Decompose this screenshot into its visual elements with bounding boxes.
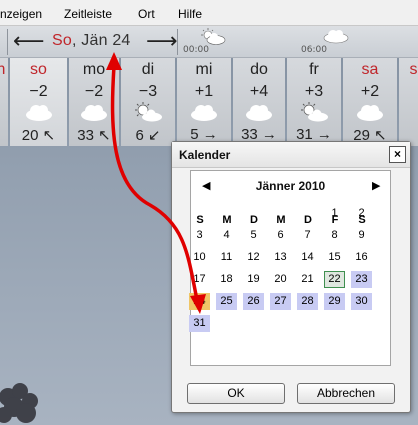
calendar-day[interactable]: 23 — [351, 271, 372, 288]
current-date-weekday: So — [52, 32, 72, 49]
divider — [177, 29, 178, 55]
calendar-grid: ◀ Jänner 2010 ▶ SMDMDFS 1 2 3 4 5 6 7 8 9 10 11 12 1… — [189, 170, 391, 366]
calendar-day[interactable]: 16 — [351, 249, 372, 266]
calendar-day[interactable]: 2 — [351, 205, 372, 222]
menu-bar: nzeigen Zeitleiste Ort Hilfe — [0, 0, 418, 26]
calendar-day[interactable]: 21 — [297, 271, 318, 288]
day-temperature: +1 — [194, 83, 214, 100]
day-name: fr — [309, 61, 319, 78]
day-temperature: +4 — [249, 83, 269, 100]
cancel-button[interactable]: Abbrechen — [297, 383, 395, 404]
time-label: 06:00 — [301, 45, 327, 55]
calendar-day[interactable]: 14 — [297, 249, 318, 266]
calendar-day[interactable]: 29 — [324, 293, 345, 310]
calendar-day[interactable]: 18 — [216, 271, 237, 288]
forecast-days: n so −2 20 ↖ mo −2 33 ↖ di −3 6 ↙ mi +1 … — [0, 58, 418, 148]
calendar-day[interactable]: 27 — [270, 293, 291, 310]
weekday-header: M — [222, 214, 232, 226]
time-label: 00:00 — [183, 45, 209, 55]
dialog-title: Kalender — [179, 148, 231, 162]
day-column-mi[interactable]: mi +1 5 → — [177, 58, 231, 146]
day-name: so — [30, 61, 47, 78]
menu-zeitleiste[interactable]: Zeitleiste — [64, 7, 112, 21]
day-column-do[interactable]: do +4 33 → — [233, 58, 285, 146]
calendar-day[interactable]: 15 — [324, 249, 345, 266]
day-wind: 20 ↖ — [21, 127, 56, 144]
weekday-header: S — [196, 214, 204, 226]
cloud-icon — [191, 105, 217, 121]
cloud-icon — [81, 105, 107, 121]
day-temperature: +2 — [360, 83, 380, 100]
calendar-day[interactable]: 20 — [270, 271, 291, 288]
calendar-day[interactable]: 10 — [189, 249, 210, 266]
day-column-so[interactable]: so −2 20 ↖ — [10, 58, 67, 146]
month-label: Jänner 2010 — [255, 179, 326, 193]
calendar-day[interactable]: 8 — [324, 227, 345, 244]
dialog-titlebar: Kalender × — [172, 142, 410, 168]
calendar-day[interactable]: 3 — [189, 227, 210, 244]
calendar-day[interactable]: 9 — [351, 227, 372, 244]
date-navigation-bar: ⟵ So, Jän 24 ⟶ 00:00 06:00 — [0, 26, 418, 58]
prev-day-button[interactable]: ⟵ — [13, 28, 45, 54]
menu-hilfe[interactable]: Hilfe — [178, 7, 202, 21]
calendar-day[interactable]: 26 — [243, 293, 264, 310]
cloud-icon — [323, 30, 349, 44]
day-name: n — [0, 61, 6, 78]
close-button[interactable]: × — [389, 146, 406, 163]
calendar-day[interactable]: 28 — [297, 293, 318, 310]
menu-anzeigen[interactable]: nzeigen — [0, 7, 42, 21]
calendar-day[interactable]: 22 — [324, 271, 345, 288]
day-column[interactable]: s — [399, 58, 418, 146]
sun-cloud-icon — [201, 28, 226, 45]
day-column[interactable]: n — [0, 58, 8, 146]
current-date-text: , Jän 24 — [71, 32, 131, 49]
calendar-day[interactable]: 4 — [216, 227, 237, 244]
calendar-day[interactable]: 7 — [297, 227, 318, 244]
calendar-day[interactable]: 30 — [351, 293, 372, 310]
calendar-day[interactable]: 19 — [243, 271, 264, 288]
calendar-dialog: Kalender × ◀ Jänner 2010 ▶ SMDMDFS 12345… — [171, 141, 411, 413]
day-temperature: −2 — [29, 83, 48, 100]
menu-ort[interactable]: Ort — [138, 7, 155, 21]
day-column-sa[interactable]: sa +2 29 ↖ — [343, 58, 397, 146]
calendar-day[interactable]: 13 — [270, 249, 291, 266]
calendar-day[interactable]: 12 — [243, 249, 264, 266]
calendar-day[interactable]: 31 — [189, 315, 210, 332]
next-month-button[interactable]: ▶ — [372, 179, 380, 192]
weekday-header: M — [276, 214, 286, 226]
day-wind: 6 ↙ — [135, 127, 161, 144]
day-temperature: −3 — [138, 83, 158, 100]
day-column-fr[interactable]: fr +3 31 → — [287, 58, 341, 146]
sun-cloud-icon — [135, 102, 162, 122]
day-temperature: +3 — [304, 83, 324, 100]
calendar-day[interactable]: 6 — [270, 227, 291, 244]
cloud-icon — [357, 105, 383, 121]
day-name: mi — [195, 61, 213, 78]
cloud-icon — [25, 105, 52, 121]
tree-silhouette — [0, 383, 38, 423]
calendar-day[interactable]: 25 — [216, 293, 237, 310]
calendar-day[interactable]: 1 — [324, 205, 345, 222]
cloud-icon — [246, 105, 272, 121]
day-name: do — [250, 61, 268, 78]
day-name: s — [409, 61, 418, 78]
weekday-header: D — [250, 214, 258, 226]
next-day-button[interactable]: ⟶ — [146, 28, 178, 54]
calendar-day[interactable]: 5 — [243, 227, 264, 244]
sun-cloud-icon — [301, 102, 328, 122]
calendar-day[interactable]: 11 — [216, 249, 237, 266]
day-column-mo[interactable]: mo −2 33 ↖ — [69, 58, 119, 146]
calendar-day[interactable]: 17 — [189, 271, 210, 288]
day-name: sa — [361, 61, 379, 78]
day-name: mo — [82, 61, 106, 78]
day-column-di[interactable]: di −3 6 ↙ — [121, 58, 175, 146]
current-date: So, Jän 24 — [52, 32, 131, 50]
divider — [7, 29, 8, 55]
ok-button[interactable]: OK — [187, 383, 285, 404]
day-wind: 33 ↖ — [77, 127, 111, 144]
weekday-header: D — [304, 214, 312, 226]
day-temperature: −2 — [84, 83, 104, 100]
calendar-day[interactable]: 24 — [189, 293, 210, 310]
day-name: di — [141, 61, 155, 78]
